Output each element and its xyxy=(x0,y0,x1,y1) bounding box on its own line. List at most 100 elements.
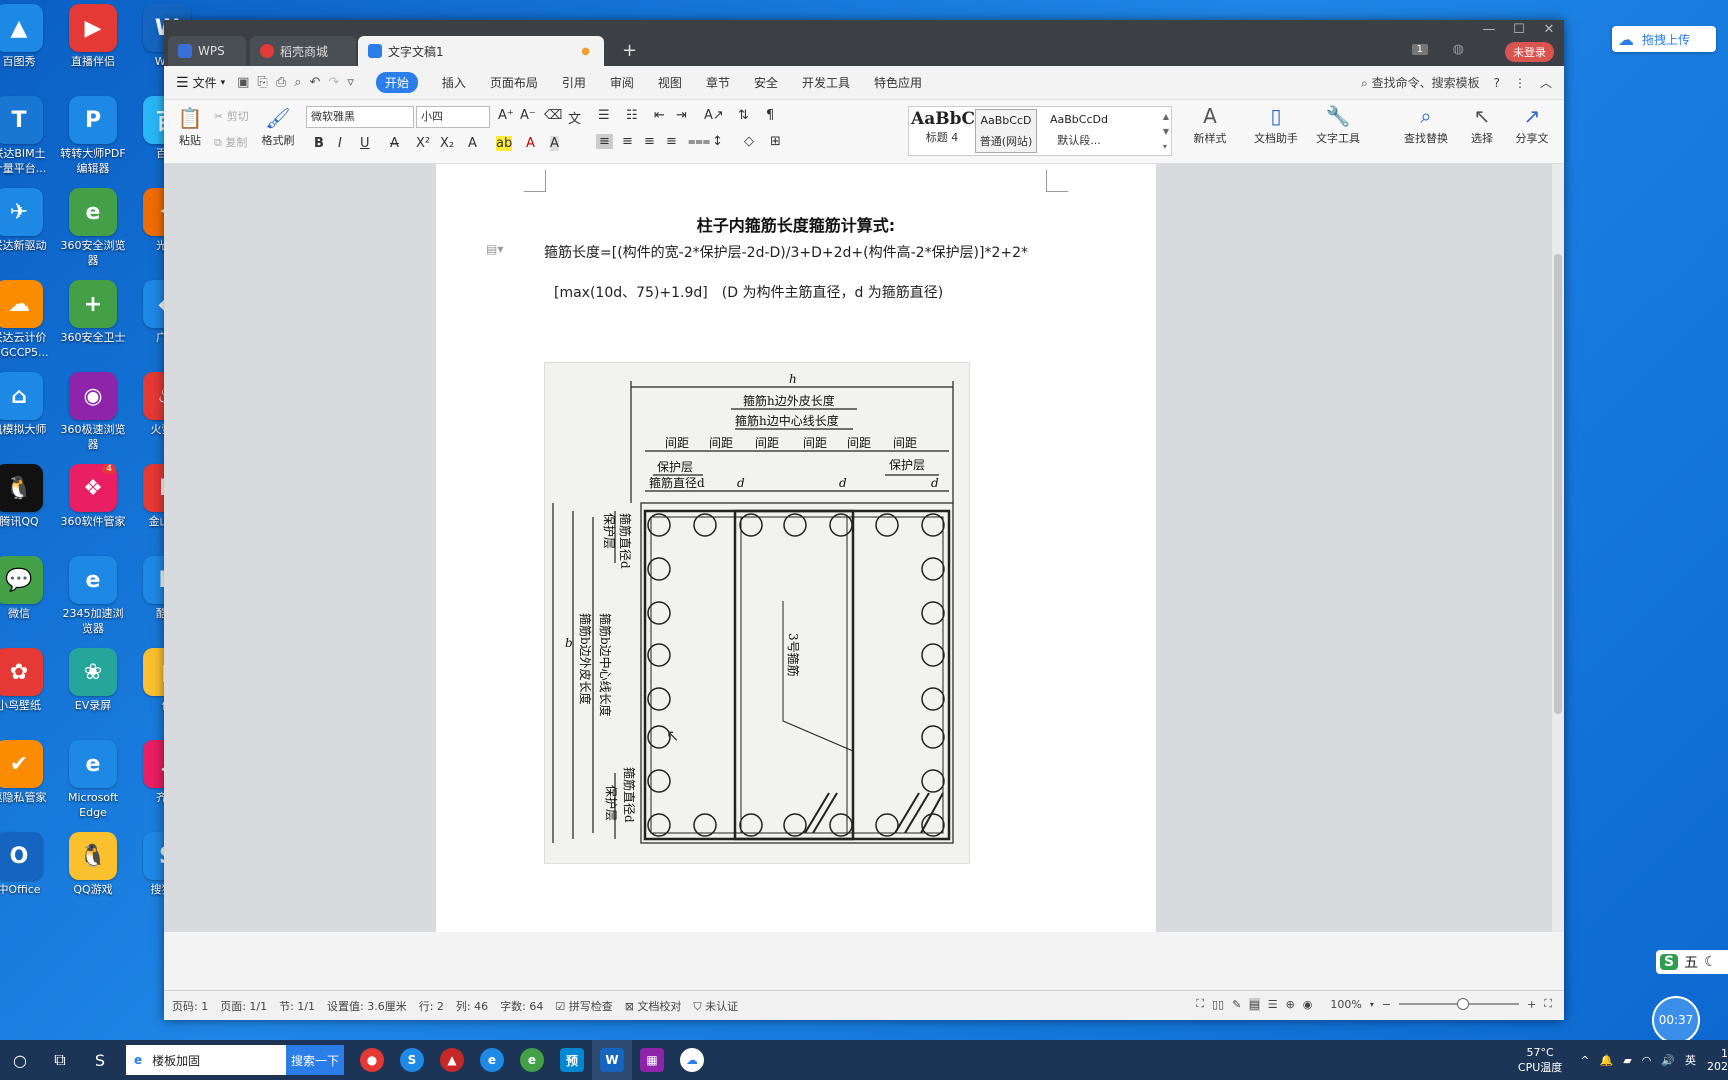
tab-document[interactable]: 文字文稿1 ● xyxy=(358,36,604,66)
redo-icon[interactable]: ↷ xyxy=(328,75,339,90)
taskbar-360[interactable]: e xyxy=(512,1040,552,1080)
save-icon[interactable]: ▣ xyxy=(237,75,249,90)
format-painter-button[interactable]: 🖌 格式刷 xyxy=(260,106,296,148)
tray-app-icon[interactable]: ▰ xyxy=(1623,1054,1631,1067)
phonetic-icon[interactable]: 文 xyxy=(568,108,581,127)
help-icon[interactable]: ? xyxy=(1494,76,1500,90)
taskbar-sogou[interactable]: S xyxy=(80,1040,120,1080)
skin-icon[interactable]: ◍ xyxy=(1453,42,1464,57)
shrink-font-icon[interactable]: A⁻ xyxy=(520,108,536,123)
new-style-button[interactable]: A 新样式 xyxy=(1188,104,1232,146)
notification-icon[interactable]: 🔔 xyxy=(1600,1054,1614,1067)
align-left-icon[interactable]: ≡ xyxy=(596,134,613,149)
outdent-icon[interactable]: ⇤ xyxy=(654,108,665,123)
login-button[interactable]: 未登录 xyxy=(1505,42,1554,62)
collapse-ribbon-icon[interactable]: ︿ xyxy=(1540,74,1552,91)
ime-toolbar[interactable]: S 五 ☾ xyxy=(1656,950,1728,974)
wifi-icon[interactable]: ◠ xyxy=(1642,1054,1652,1067)
taskbar-baidu-cloud[interactable]: ☁ xyxy=(672,1040,712,1080)
clear-format-icon[interactable]: ⌫ xyxy=(544,108,562,123)
doc-helper-button[interactable]: ▯ 文档助手 xyxy=(1248,104,1304,146)
status-page-code[interactable]: 页码: 1 xyxy=(172,998,208,1014)
status-setting[interactable]: 设置值: 3.6厘米 xyxy=(327,998,407,1014)
write-mode-icon[interactable]: ✎ xyxy=(1232,998,1241,1011)
menu-review[interactable]: 审阅 xyxy=(610,74,634,91)
taskbar-app[interactable]: 预 xyxy=(552,1040,592,1080)
underline-icon[interactable]: U xyxy=(360,136,370,151)
line-spacing-icon[interactable]: ↕ xyxy=(712,134,723,149)
taskbar-search-button[interactable]: 搜索一下 xyxy=(286,1045,344,1075)
taskbar-app[interactable]: ▦ xyxy=(632,1040,672,1080)
menu-special[interactable]: 特色应用 xyxy=(874,74,922,91)
font-color-icon[interactable]: A xyxy=(526,136,535,151)
eye-protect-icon[interactable]: ◉ xyxy=(1303,998,1313,1011)
strikethrough-icon[interactable]: A xyxy=(390,136,399,151)
style-heading4[interactable]: AaBbC 标题 4 xyxy=(911,109,975,153)
show-marks-icon[interactable]: ¶ xyxy=(766,108,774,123)
preview-icon[interactable]: ⌕ xyxy=(294,75,301,90)
indent-icon[interactable]: ⇥ xyxy=(676,108,687,123)
copy-button[interactable]: ⧉ 复制 xyxy=(214,134,247,150)
cut-button[interactable]: ✂ 剪切 xyxy=(214,108,249,124)
paragraph-handle-icon[interactable]: ▤▾ xyxy=(486,242,503,256)
zoom-dropdown-icon[interactable]: ▾ xyxy=(1370,1000,1374,1009)
font-name-select[interactable]: 微软雅黑 xyxy=(306,106,414,128)
paste-button[interactable]: 📋 粘贴 xyxy=(174,106,206,148)
share-button[interactable]: ↗ 分享文 xyxy=(1512,104,1552,146)
menu-chapter[interactable]: 章节 xyxy=(706,74,730,91)
status-pages[interactable]: 页面: 1/1 xyxy=(220,998,267,1014)
style-normal-web[interactable]: AaBbCcD 普通(网站) xyxy=(975,109,1037,153)
menu-home[interactable]: 开始 xyxy=(375,72,418,93)
taskbar-search-input[interactable]: e 楼板加固 xyxy=(126,1045,286,1075)
tab-docer-store[interactable]: 稻壳商城 xyxy=(250,36,356,66)
print-icon[interactable]: ⎙ xyxy=(276,75,286,90)
doc-proof-button[interactable]: ⊠ 文档校对 xyxy=(625,998,682,1014)
borders-icon[interactable]: ⊞ xyxy=(770,134,781,149)
font-size-select[interactable]: 小四 xyxy=(416,106,490,128)
task-view-button[interactable]: ⧉ xyxy=(40,1040,80,1080)
more-icon[interactable]: ⋮ xyxy=(1514,76,1526,90)
zoom-in-icon[interactable]: + xyxy=(1527,998,1536,1011)
gallery-scroll-icon[interactable]: ▲ ▼ ▾ xyxy=(1163,109,1169,154)
menu-security[interactable]: 安全 xyxy=(754,74,778,91)
tab-wps[interactable]: WPS xyxy=(168,36,246,66)
find-replace-button[interactable]: ⌕ 查找替换 xyxy=(1396,104,1456,146)
volume-icon[interactable]: 🔊 xyxy=(1661,1054,1675,1067)
numbering-icon[interactable]: ☷ xyxy=(626,108,638,123)
cert-status[interactable]: ⛉ 未认证 xyxy=(693,998,738,1014)
zoom-level[interactable]: 100% xyxy=(1330,998,1361,1011)
vertical-scrollbar[interactable] xyxy=(1552,164,1564,932)
superscript-icon[interactable]: X² xyxy=(416,136,430,151)
zoom-slider[interactable] xyxy=(1399,998,1520,1010)
char-shading-icon[interactable]: A xyxy=(550,136,559,151)
minimize-icon[interactable]: — xyxy=(1474,20,1504,40)
menu-references[interactable]: 引用 xyxy=(562,74,586,91)
web-view-icon[interactable]: ⊕ xyxy=(1286,998,1295,1011)
command-search[interactable]: ⌕ 查找命令、搜索模板 xyxy=(1361,74,1480,91)
italic-icon[interactable]: I xyxy=(338,136,342,151)
maximize-icon[interactable]: ☐ xyxy=(1504,20,1534,40)
start-button[interactable]: ○ xyxy=(0,1040,40,1080)
distribute-icon[interactable]: ⩶ xyxy=(688,134,710,149)
justify-icon[interactable]: ≡ xyxy=(666,134,677,149)
style-default-para[interactable]: AaBbCcDd 默认段... xyxy=(1039,109,1119,153)
select-button[interactable]: ↖ 选择 xyxy=(1464,104,1500,146)
menu-developer[interactable]: 开发工具 xyxy=(802,74,850,91)
recording-timer[interactable]: 00:37 xyxy=(1652,996,1700,1044)
align-center-icon[interactable]: ≡ xyxy=(622,134,633,149)
highlight-icon[interactable]: ab xyxy=(496,136,513,151)
grow-font-icon[interactable]: A⁺ xyxy=(498,108,514,123)
page-view-icon[interactable]: ▤ xyxy=(1249,997,1260,1011)
clock[interactable]: 1 202 xyxy=(1706,1047,1728,1073)
status-words[interactable]: 字数: 64 xyxy=(500,998,543,1014)
text-effect-icon[interactable]: A xyxy=(468,136,477,151)
cpu-temp[interactable]: 57°C CPU温度 xyxy=(1518,1046,1562,1075)
tray-chevron-icon[interactable]: ^ xyxy=(1580,1054,1589,1067)
undo-icon[interactable]: ↶ xyxy=(310,75,321,90)
export-icon[interactable]: ⎘ xyxy=(257,75,267,90)
ime-indicator-icon[interactable]: 英 xyxy=(1685,1052,1696,1068)
document-page[interactable]: 柱子内箍筋长度箍筋计算式: ▤▾ 箍筋长度=[(构件的宽-2*保护层-2d-D)… xyxy=(436,164,1156,932)
menu-insert[interactable]: 插入 xyxy=(442,74,466,91)
menu-view[interactable]: 视图 xyxy=(658,74,682,91)
bold-icon[interactable]: B xyxy=(314,136,324,151)
